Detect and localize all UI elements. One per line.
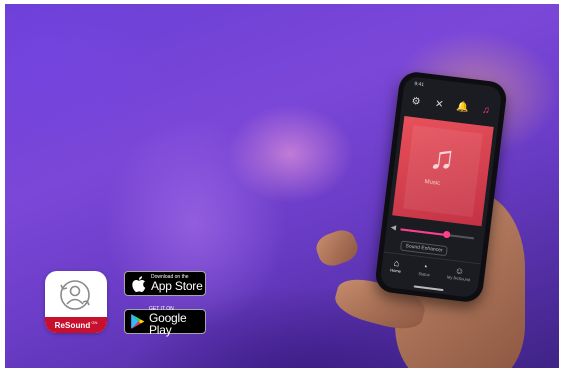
brand-suffix: GN <box>91 320 98 325</box>
google-play-badge-text: GET IT ON Google Play <box>148 307 205 337</box>
app-icon-brand-band: ReSound GN <box>45 317 107 333</box>
volume-icon: ◀ <box>390 224 397 232</box>
google-play-logo-icon <box>130 313 146 331</box>
app-store-badge[interactable]: Download on the App Store <box>124 271 206 296</box>
status-icon: ◔ <box>421 261 429 272</box>
resound-app-icon[interactable]: ReSound GN <box>45 271 107 333</box>
music-program-card[interactable]: ♫ Music <box>392 116 494 227</box>
app-store-large-text: App Store <box>151 279 203 293</box>
status-time: 9:41 <box>413 81 425 89</box>
app-store-badge-text: Download on the App Store <box>151 275 203 293</box>
tools-icon[interactable]: ✕ <box>432 96 448 112</box>
volume-slider-fill <box>400 228 447 236</box>
gear-icon[interactable]: ⚙ <box>408 94 424 110</box>
volume-slider-thumb[interactable] <box>442 230 451 239</box>
nav-home[interactable]: ⌂ Home <box>390 258 402 274</box>
bottom-nav: ⌂ Home ◔ Status ☺ My ReSound <box>379 251 481 299</box>
volume-slider[interactable] <box>400 228 475 240</box>
program-tabs: ⚙ ✕ 🔔 ♫ <box>403 90 499 121</box>
nav-status[interactable]: ◔ Status <box>418 261 431 277</box>
apple-logo-icon <box>130 275 148 293</box>
nav-my-resound[interactable]: ☺ My ReSound <box>446 265 472 283</box>
music-note-icon[interactable]: ♫ <box>478 102 494 118</box>
google-play-large-text: Google Play <box>148 311 187 337</box>
google-play-badge[interactable]: GET IT ON Google Play <box>124 307 206 337</box>
phone-screen: 9:41 ⚙ ✕ 🔔 ♫ ♫ Music ◀ Sound Enhancer ⌂ <box>379 75 503 299</box>
brand-name: ReSound <box>54 320 91 330</box>
nav-my-resound-label: My ReSound <box>446 274 471 283</box>
bell-icon[interactable]: 🔔 <box>455 99 471 115</box>
nav-status-label: Status <box>418 270 430 278</box>
hand-thumb <box>312 226 362 270</box>
nav-home-label: Home <box>390 267 402 274</box>
person-cycle-icon <box>60 280 90 310</box>
home-icon: ⌂ <box>393 257 400 269</box>
music-note-large-icon: ♫ <box>427 137 458 179</box>
